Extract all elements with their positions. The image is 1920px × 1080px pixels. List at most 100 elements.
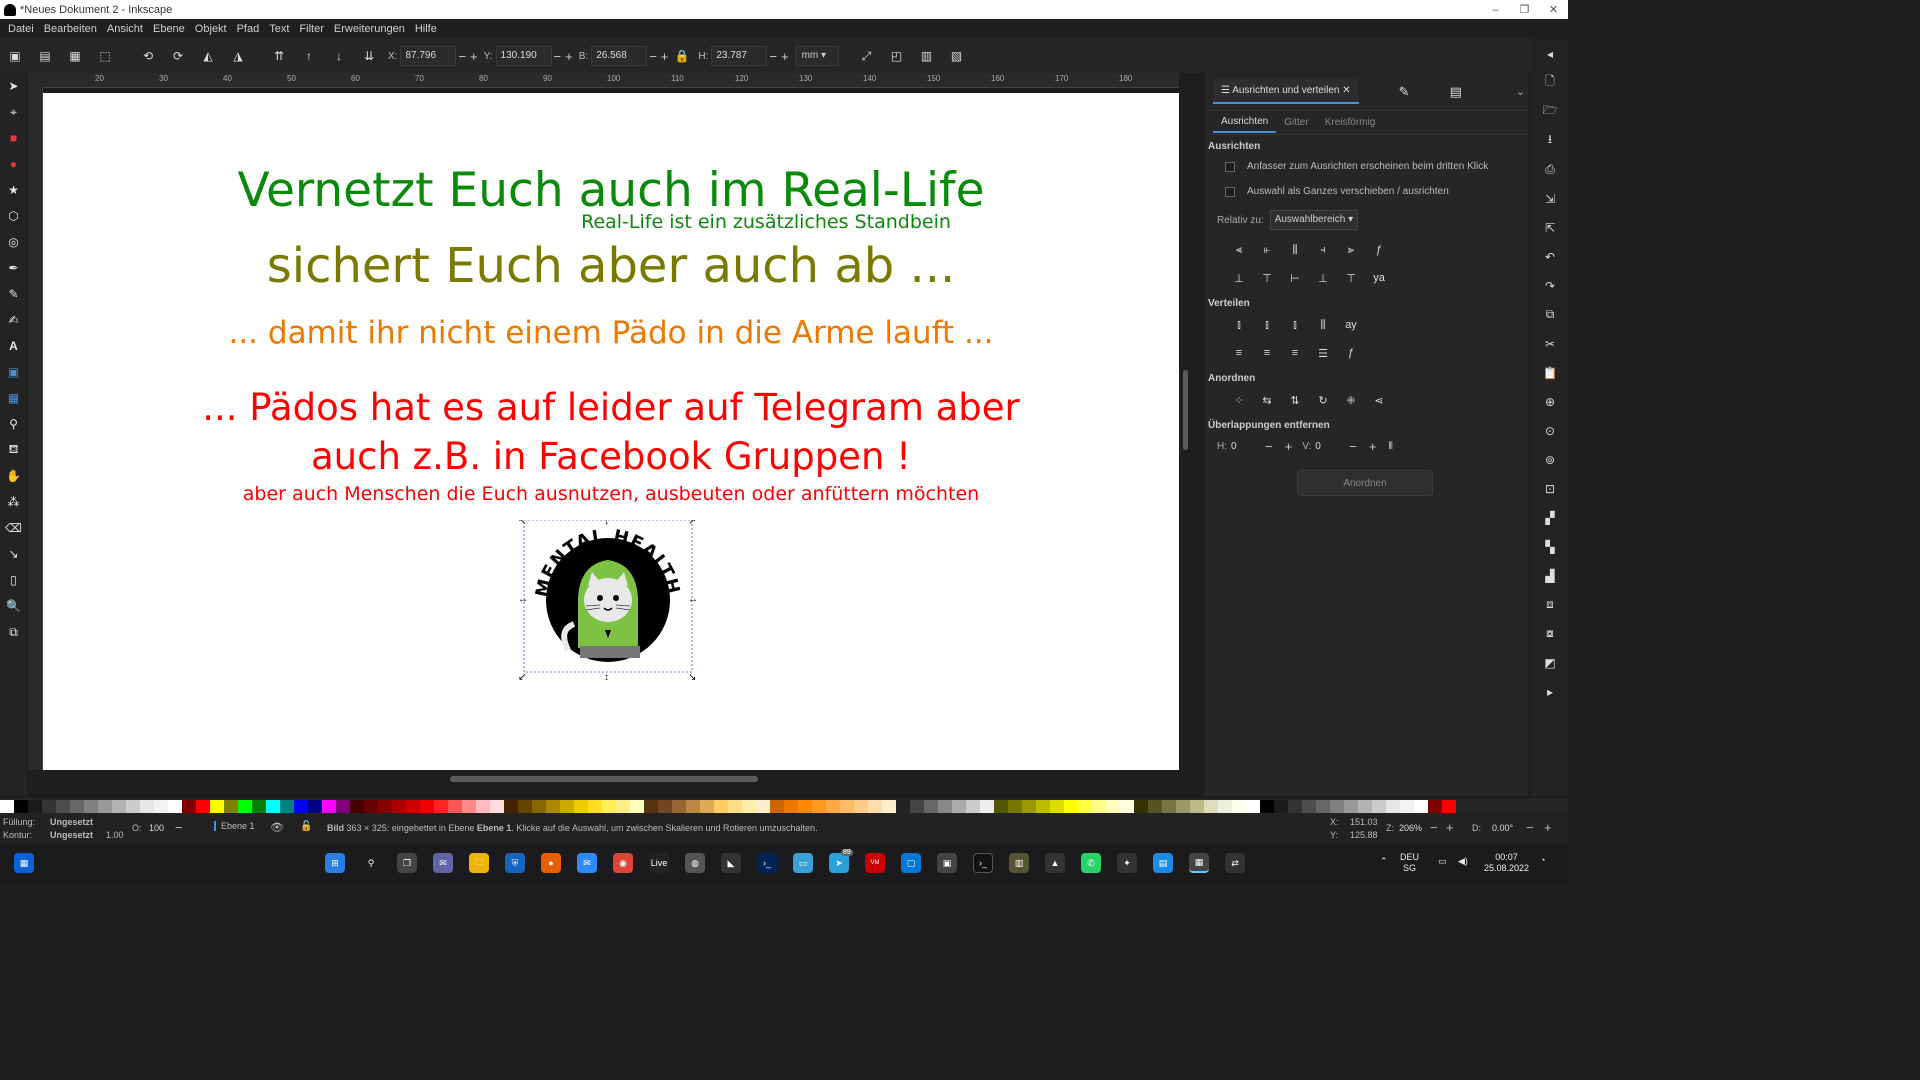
align-left-edges-icon[interactable]: ⫦ bbox=[1253, 241, 1281, 259]
exchange-clockwise-icon[interactable]: ↻ bbox=[1309, 391, 1337, 409]
voicemeeter-icon[interactable]: VM bbox=[865, 853, 885, 873]
transform-patterns-icon[interactable]: ▧ bbox=[947, 46, 967, 66]
color-swatch[interactable] bbox=[1344, 799, 1358, 813]
color-swatch[interactable] bbox=[1232, 799, 1246, 813]
option-move-as-group[interactable]: Auswahl als Ganzes verschieben / ausrich… bbox=[1205, 179, 1528, 204]
layer-select[interactable]: Ebene 1 bbox=[214, 821, 255, 831]
measure-tool-icon[interactable]: ⧉ bbox=[0, 619, 27, 645]
transform-gradients-icon[interactable]: ▥ bbox=[917, 46, 937, 66]
terminal-icon[interactable]: ›_ bbox=[973, 853, 993, 873]
third-line-text[interactable]: ... damit ihr nicht einem Pädo in die Ar… bbox=[43, 315, 1179, 351]
color-swatch[interactable] bbox=[574, 799, 588, 813]
color-swatch[interactable] bbox=[1162, 799, 1176, 813]
color-swatch[interactable] bbox=[938, 799, 952, 813]
color-swatch[interactable] bbox=[714, 799, 728, 813]
unit-select[interactable]: mm ▾ bbox=[794, 46, 839, 66]
rotation-decrement[interactable]: − bbox=[1526, 820, 1534, 835]
color-swatch[interactable] bbox=[1274, 799, 1288, 813]
minimize-button[interactable]: – bbox=[1481, 0, 1510, 19]
star-tool-icon[interactable]: ★ bbox=[0, 177, 27, 203]
distribute-top-edges-icon[interactable]: ≡ bbox=[1225, 344, 1253, 362]
align-bottom-edges-icon[interactable]: ⊥ bbox=[1309, 269, 1337, 287]
color-swatch[interactable] bbox=[532, 799, 546, 813]
color-swatch[interactable] bbox=[434, 799, 448, 813]
gradient-tool-icon[interactable]: ▣ bbox=[0, 359, 27, 385]
zoom-tool-icon[interactable]: 🔍 bbox=[0, 593, 27, 619]
menu-ebene[interactable]: Ebene bbox=[148, 23, 190, 35]
color-swatch[interactable] bbox=[112, 799, 126, 813]
overlap-h-increment[interactable]: + bbox=[1285, 439, 1293, 454]
remove-overlap-icon[interactable]: ⦀ bbox=[1388, 441, 1392, 452]
cut-icon[interactable]: ✂ bbox=[1532, 329, 1568, 358]
rotate-cw-icon[interactable]: ⟳ bbox=[168, 46, 188, 66]
color-swatch[interactable] bbox=[980, 799, 994, 813]
3d-box-tool-icon[interactable]: ⬡ bbox=[0, 203, 27, 229]
x-increment[interactable]: + bbox=[470, 49, 478, 64]
color-swatch[interactable] bbox=[1218, 799, 1232, 813]
notes-icon[interactable]: ▤ bbox=[1153, 853, 1173, 873]
width-field[interactable]: B: 26.568 − + bbox=[579, 46, 671, 66]
color-swatch[interactable] bbox=[1022, 799, 1036, 813]
subtab-kreisfoermig[interactable]: Kreisförmig bbox=[1317, 113, 1384, 132]
menu-bearbeiten[interactable]: Bearbeiten bbox=[39, 23, 102, 35]
color-swatch[interactable] bbox=[1050, 799, 1064, 813]
color-swatch[interactable] bbox=[1106, 799, 1120, 813]
clone-icon[interactable]: ▚ bbox=[1532, 532, 1568, 561]
zoom-width-icon[interactable]: ⊡ bbox=[1532, 474, 1568, 503]
color-swatch[interactable] bbox=[182, 799, 196, 813]
align-bottom-to-top-icon[interactable]: ⊥ bbox=[1225, 269, 1253, 287]
zoom-drawing-icon[interactable]: ⊙ bbox=[1532, 416, 1568, 445]
rotation-input[interactable]: 0.00° bbox=[1492, 823, 1513, 833]
unclump-icon[interactable]: ⁜ bbox=[1337, 391, 1365, 409]
lower-icon[interactable]: ↓ bbox=[329, 46, 349, 66]
overlap-v-input[interactable]: 0 bbox=[1315, 441, 1343, 452]
menu-filter[interactable]: Filter bbox=[294, 23, 328, 35]
color-swatch[interactable] bbox=[1302, 799, 1316, 813]
color-swatch[interactable] bbox=[56, 799, 70, 813]
color-swatch[interactable] bbox=[28, 799, 42, 813]
xml-editor-tab-icon[interactable]: ✎ bbox=[1399, 84, 1410, 100]
color-swatch[interactable] bbox=[1134, 799, 1148, 813]
color-swatch[interactable] bbox=[406, 799, 420, 813]
close-button[interactable]: ✕ bbox=[1539, 0, 1568, 19]
color-swatch[interactable] bbox=[1316, 799, 1330, 813]
center-horizontal-axis-icon[interactable]: ⊢ bbox=[1281, 269, 1309, 287]
spray-tool-icon[interactable]: ⁂ bbox=[0, 489, 27, 515]
node-tool-icon[interactable]: ⌖ bbox=[0, 99, 27, 125]
fifth-line-text[interactable]: auch z.B. in Facebook Gruppen ! bbox=[43, 435, 1179, 478]
notifications-icon[interactable]: ◔ bbox=[1540, 855, 1545, 866]
color-swatch[interactable] bbox=[1176, 799, 1190, 813]
distribute-anchors-h-icon[interactable]: ay bbox=[1337, 316, 1365, 334]
align-right-to-left-edge-icon[interactable]: ⫷ bbox=[1225, 241, 1253, 259]
open-file-icon[interactable]: 🗁 bbox=[1532, 97, 1568, 126]
color-swatch[interactable] bbox=[1008, 799, 1022, 813]
color-swatch[interactable] bbox=[644, 799, 658, 813]
height-increment[interactable]: + bbox=[781, 49, 789, 64]
copy-icon[interactable]: ⧉ bbox=[1532, 300, 1568, 329]
width-increment[interactable]: + bbox=[661, 49, 669, 64]
zoom-page-icon[interactable]: ⊚ bbox=[1532, 445, 1568, 474]
windows-widgets-icon[interactable]: ▦ bbox=[14, 853, 34, 873]
color-swatch[interactable] bbox=[812, 799, 826, 813]
color-swatch[interactable] bbox=[602, 799, 616, 813]
page[interactable]: Vernetzt Euch auch im Real-Life Real-Lif… bbox=[43, 93, 1179, 770]
color-swatch[interactable] bbox=[0, 799, 14, 813]
exchange-selection-order-icon[interactable]: ⇆ bbox=[1253, 391, 1281, 409]
distribute-anchors-v-icon[interactable]: ƒ bbox=[1337, 344, 1365, 362]
raise-icon[interactable]: ↑ bbox=[299, 46, 319, 66]
menu-text[interactable]: Text bbox=[264, 23, 294, 35]
color-swatch[interactable] bbox=[882, 799, 896, 813]
maximize-button[interactable]: ❐ bbox=[1510, 0, 1539, 19]
flip-horizontal-icon[interactable]: ◭ bbox=[198, 46, 218, 66]
color-swatch[interactable] bbox=[504, 799, 518, 813]
color-swatch[interactable] bbox=[826, 799, 840, 813]
color-swatch[interactable] bbox=[350, 799, 364, 813]
media-app-icon[interactable]: ◣ bbox=[721, 853, 741, 873]
color-swatch[interactable] bbox=[266, 799, 280, 813]
headline-subtext[interactable]: Real-Life ist ein zusätzliches Standbein bbox=[43, 211, 1179, 233]
layer-visibility-icon[interactable]: 👁 bbox=[270, 821, 284, 834]
window-app-icon[interactable]: ▢ bbox=[901, 853, 921, 873]
color-swatch[interactable] bbox=[462, 799, 476, 813]
color-swatch[interactable] bbox=[476, 799, 490, 813]
teams-chat-icon[interactable]: ✉ bbox=[433, 853, 453, 873]
